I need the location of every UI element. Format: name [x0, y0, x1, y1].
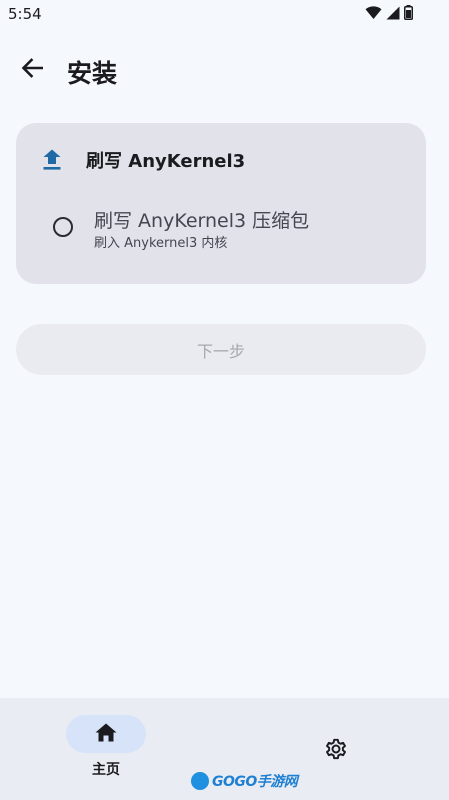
card-title: 刷写 AnyKernel3 — [86, 151, 246, 172]
nav-item-settings[interactable] — [319, 734, 353, 768]
status-bar: 5:54 — [0, 0, 449, 30]
nav-item-home[interactable]: 主页 — [66, 715, 146, 785]
status-icons — [365, 5, 413, 20]
home-active-indicator — [66, 715, 146, 753]
gear-icon — [323, 736, 349, 766]
card-header: 刷写 AnyKernel3 — [40, 147, 245, 173]
watermark-badge-icon — [191, 772, 209, 790]
home-label: 主页 — [92, 762, 120, 778]
anykernel3-card: 刷写 AnyKernel3 刷写 AnyKernel3 压缩包 刷入 Anyke… — [16, 123, 426, 284]
option-title: 刷写 AnyKernel3 压缩包 — [94, 210, 310, 232]
status-time: 5:54 — [8, 5, 42, 23]
page-title: 安装 — [67, 59, 118, 88]
wifi-icon — [365, 5, 382, 20]
top-app-bar: 安装 — [0, 40, 449, 100]
watermark-text: GOGO手游网 — [212, 774, 298, 790]
flash-zip-option[interactable]: 刷写 AnyKernel3 压缩包 刷入 Anykernel3 内核 — [40, 199, 410, 259]
next-button-label: 下一步 — [196, 341, 245, 361]
flash-zip-radio[interactable] — [53, 217, 73, 237]
battery-icon — [404, 5, 413, 20]
next-button[interactable]: 下一步 — [16, 324, 426, 375]
home-icon — [95, 723, 117, 746]
option-subtitle: 刷入 Anykernel3 内核 — [94, 236, 228, 251]
back-button[interactable] — [14, 52, 50, 88]
upload-icon — [40, 148, 64, 172]
watermark-logo: GOGO手游网 — [191, 770, 298, 792]
arrow-left-icon — [21, 58, 44, 82]
signal-icon — [386, 6, 400, 20]
